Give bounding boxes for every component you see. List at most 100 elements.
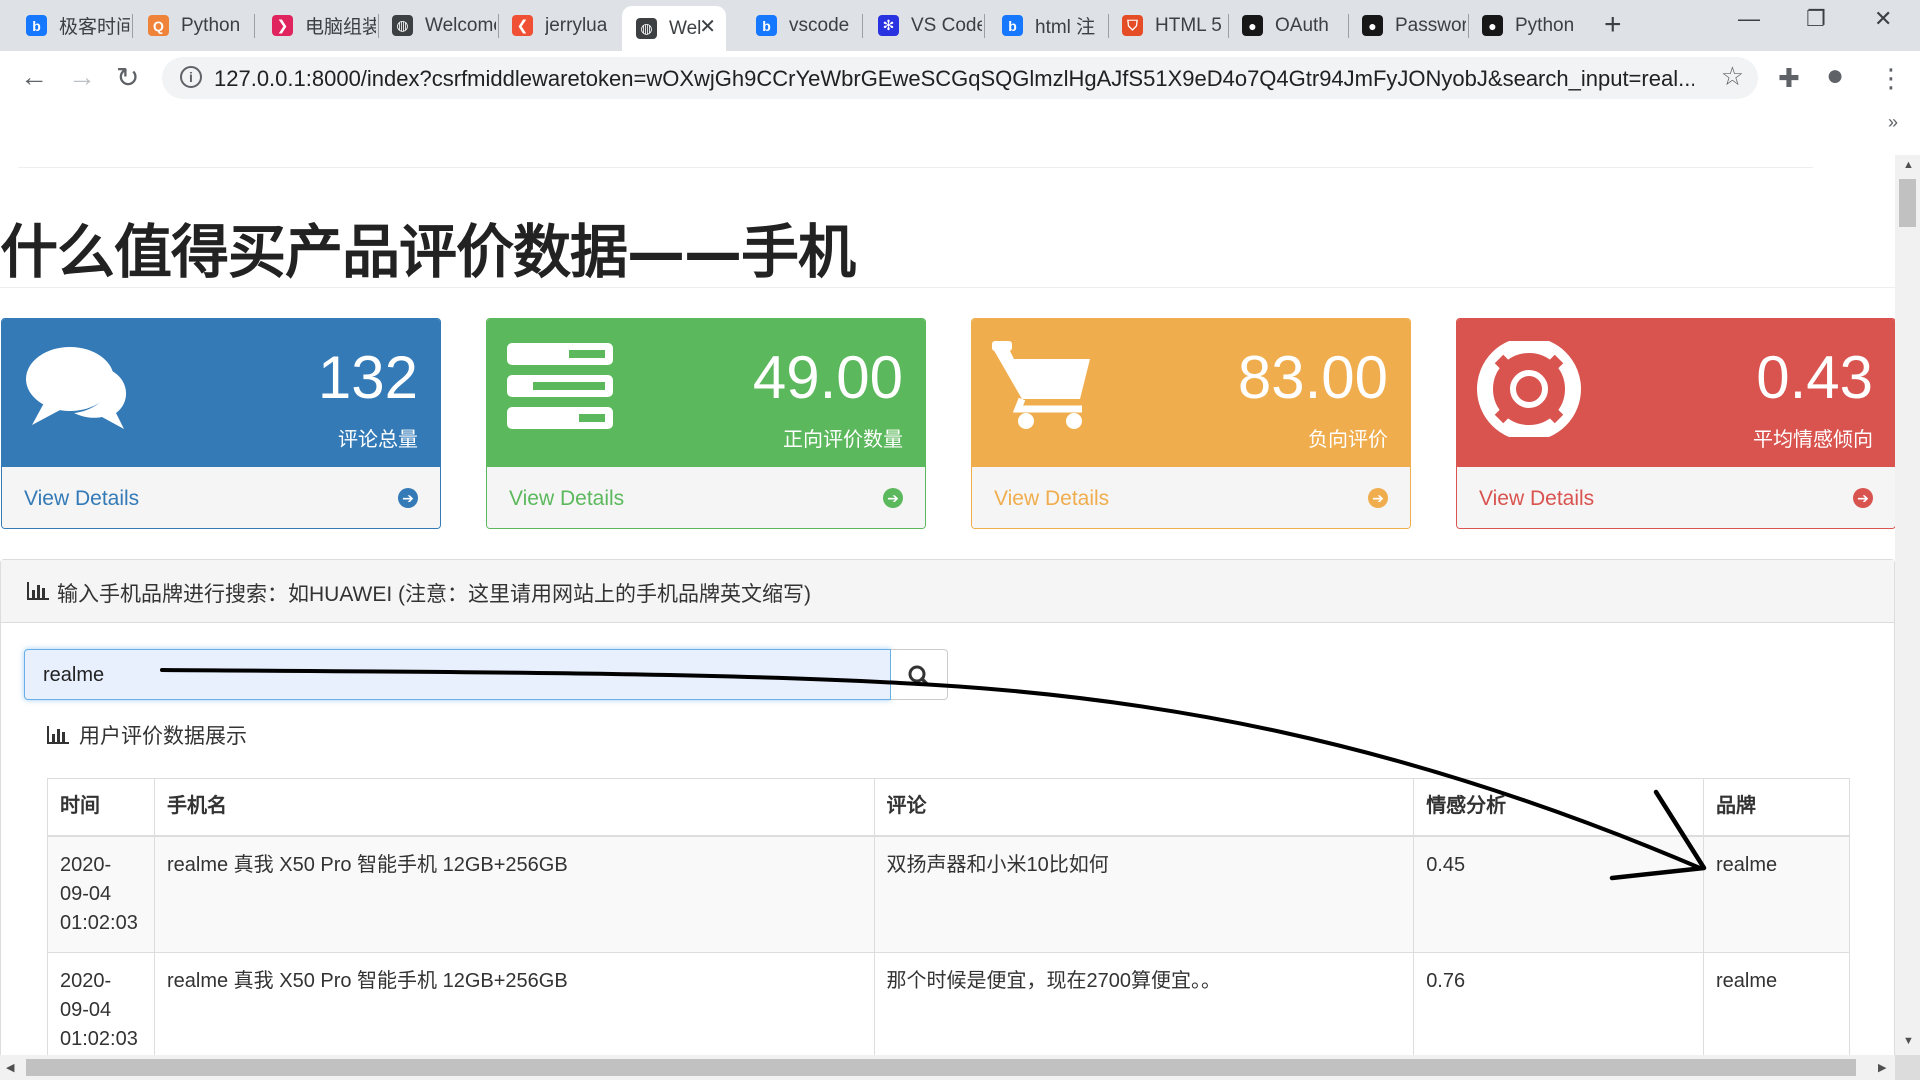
panel-label: 平均情感倾向 (1753, 429, 1873, 451)
cell-time: 2020- 09-04 01:02:03 (47, 835, 155, 953)
tab-title: Wel (669, 17, 702, 39)
restore-button[interactable]: ❐ (1806, 6, 1826, 32)
tab-title: Python (1515, 14, 1575, 36)
profile-icon[interactable]: ● (1826, 59, 1844, 93)
scroll-left-arrow-icon[interactable]: ◀ (6, 1061, 14, 1074)
table-row: 2020- 09-04 01:02:03 realme 真我 X50 Pro 智… (47, 835, 1850, 953)
scroll-up-arrow-icon[interactable]: ▲ (1903, 159, 1914, 171)
panel-negative-count: 83.00 负向评价 View Details ➔ (971, 318, 1411, 529)
extensions-icon[interactable]: ✚ (1778, 63, 1800, 94)
tab-favicon-icon: Q (148, 15, 169, 36)
panel-footer[interactable]: View Details ➔ (487, 466, 925, 528)
browser-tab[interactable]: b 极客时间 (12, 6, 130, 45)
panel-label: 评论总量 (338, 429, 418, 451)
tab-separator (984, 14, 985, 38)
panel-footer[interactable]: View Details ➔ (1457, 466, 1895, 528)
back-icon[interactable]: ← (20, 61, 48, 93)
tab-title: jerrylua (545, 14, 608, 36)
arrow-circle-right-icon[interactable]: ➔ (1368, 488, 1388, 508)
view-details-link[interactable]: View Details (509, 487, 624, 511)
panel-value: 83.00 (1237, 344, 1388, 411)
scroll-right-arrow-icon[interactable]: ▶ (1878, 1061, 1886, 1074)
column-header-sentiment: 情感分析 (1413, 778, 1705, 837)
browser-tab[interactable]: Q Python (134, 6, 252, 45)
browser-tab[interactable]: ◍ Wel ✕ (622, 6, 726, 51)
cell-brand: realme (1703, 952, 1850, 1055)
cell-phone-name: realme 真我 X50 Pro 智能手机 12GB+256GB (153, 952, 875, 1055)
tab-favicon-icon: ◍ (392, 15, 413, 36)
panel-footer[interactable]: View Details ➔ (2, 466, 440, 528)
search-icon[interactable] (891, 650, 948, 701)
tab-close-icon[interactable]: ✕ (699, 14, 716, 39)
search-instruction: 输入手机品牌进行搜索：如HUAWEI (注意：这里请用网站上的手机品牌英文缩写) (57, 583, 812, 606)
tab-separator (132, 14, 133, 38)
browser-tab[interactable]: ◍ Welcome (378, 6, 496, 45)
panel-heading: 132 评论总量 (2, 319, 440, 466)
address-bar[interactable]: i 127.0.0.1:8000/index?csrfmiddlewaretok… (162, 57, 1758, 99)
panel-value: 49.00 (752, 344, 903, 411)
column-header-brand: 品牌 (1703, 778, 1850, 837)
forward-icon[interactable]: → (68, 61, 96, 93)
browser-tab[interactable]: ❮ jerrylua (498, 6, 616, 45)
brand-search-input[interactable]: realme (24, 649, 891, 700)
time-line: 2020- (60, 970, 112, 992)
horizontal-scrollbar[interactable]: ◀ ▶ (0, 1055, 1895, 1080)
panel-label: 负向评价 (1308, 429, 1388, 451)
panel-heading: 83.00 负向评价 (972, 319, 1410, 466)
cell-brand: realme (1703, 835, 1850, 953)
panel-heading: 49.00 正向评价数量 (487, 319, 925, 466)
reload-icon[interactable]: ↻ (116, 61, 139, 94)
vertical-scroll-thumb[interactable] (1899, 179, 1916, 227)
column-header-comment: 评论 (873, 778, 1415, 837)
browser-tab[interactable]: ❯ 电脑组装 (258, 6, 376, 45)
view-details-link[interactable]: View Details (24, 487, 139, 511)
title-divider (0, 287, 1895, 288)
search-button[interactable] (891, 649, 948, 700)
tab-favicon-icon: ⛉ (1122, 15, 1143, 36)
url-text[interactable]: 127.0.0.1:8000/index?csrfmiddlewaretoken… (214, 66, 1694, 92)
browser-toolbar: ← → ↻ i 127.0.0.1:8000/index?csrfmiddlew… (0, 51, 1920, 107)
arrow-circle-right-icon[interactable]: ➔ (1853, 488, 1873, 508)
arrow-circle-right-icon[interactable]: ➔ (398, 488, 418, 508)
arrow-circle-right-icon[interactable]: ➔ (883, 488, 903, 508)
cell-sentiment: 0.76 (1413, 952, 1705, 1055)
minimize-button[interactable]: — (1738, 6, 1760, 32)
view-details-link[interactable]: View Details (1479, 487, 1594, 511)
tab-favicon-icon: ❯ (272, 15, 293, 36)
browser-tab[interactable]: b vscode (742, 6, 860, 45)
browser-menu-icon[interactable]: ⋮ (1878, 63, 1904, 94)
horizontal-scroll-thumb[interactable] (26, 1059, 1856, 1076)
panel-footer[interactable]: View Details ➔ (972, 466, 1410, 528)
panel-comment-total: 132 评论总量 View Details ➔ (1, 318, 441, 529)
view-details-link[interactable]: View Details (994, 487, 1109, 511)
vertical-scrollbar[interactable]: ▲ ▼ (1895, 155, 1920, 1055)
browser-tab[interactable]: ⛉ HTML 5 (1108, 6, 1226, 45)
bookmarks-overflow-icon[interactable]: » (1888, 112, 1898, 133)
tab-title: VS Code (911, 14, 982, 36)
column-header-phone-name: 手机名 (153, 778, 875, 837)
tab-title: HTML 5 (1155, 14, 1222, 36)
bookmark-star-icon[interactable]: ☆ (1721, 61, 1744, 92)
close-window-button[interactable]: ✕ (1874, 6, 1892, 32)
browser-tab[interactable]: ● Python (1468, 6, 1586, 45)
tab-favicon-icon: b (26, 15, 47, 36)
column-header-time: 时间 (47, 778, 155, 837)
scroll-down-arrow-icon[interactable]: ▼ (1903, 1035, 1914, 1047)
cell-phone-name: realme 真我 X50 Pro 智能手机 12GB+256GB (153, 835, 875, 953)
cell-comment: 双扬声器和小米10比如何 (873, 835, 1415, 953)
browser-tab[interactable]: ● OAuth (1228, 6, 1346, 45)
site-info-icon[interactable]: i (180, 66, 202, 88)
search-panel: 输入手机品牌进行搜索：如HUAWEI (注意：这里请用网站上的手机品牌英文缩写)… (0, 559, 1895, 1055)
tab-title: 极客时间 (59, 17, 130, 38)
tab-title: Welcome (425, 14, 496, 36)
bar-chart-icon (47, 726, 69, 744)
browser-tab[interactable]: ✻ VS Code (864, 6, 982, 45)
browser-tab[interactable]: ● Password (1348, 6, 1466, 45)
reviews-table: 时间 手机名 评论 情感分析 品牌 2020- 09-04 01:02:03 r… (47, 778, 1850, 1055)
new-tab-button[interactable]: + (1604, 8, 1622, 42)
tab-favicon-icon: ● (1482, 15, 1503, 36)
browser-tab[interactable]: b html 注 (988, 6, 1106, 45)
panel-heading: 0.43 平均情感倾向 (1457, 319, 1895, 466)
tab-separator (862, 14, 863, 38)
tab-title: 电脑组装 (305, 17, 376, 38)
